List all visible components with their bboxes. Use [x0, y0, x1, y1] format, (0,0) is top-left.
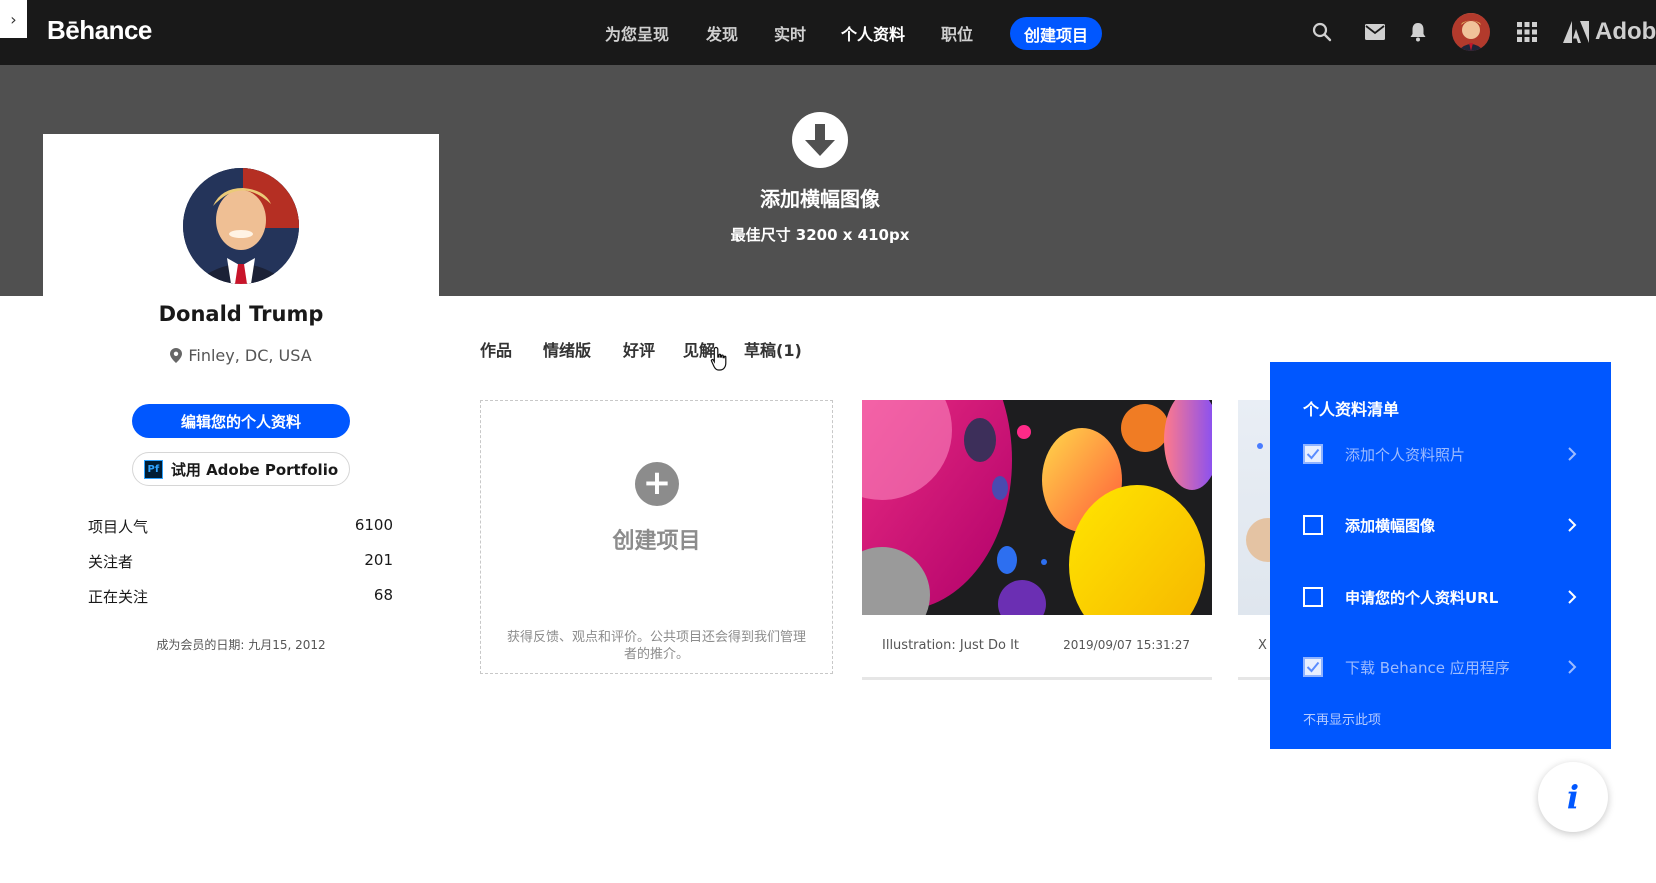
dismiss-checklist-link[interactable]: 不再显示此项 [1303, 709, 1381, 728]
stat-label: 项目人气 [88, 518, 149, 536]
checkmark-icon [1306, 661, 1320, 673]
download-arrow-icon[interactable] [792, 112, 848, 168]
stat-label: 正在关注 [88, 588, 149, 606]
edit-profile-button[interactable]: 编辑您的个人资料 [132, 404, 350, 438]
bell-icon[interactable] [1406, 20, 1430, 44]
checkbox-unchecked[interactable] [1303, 515, 1323, 535]
create-project-title: 创建项目 [612, 529, 701, 554]
adobe-label: Adobe [1595, 18, 1656, 45]
portfolio-label: 试用 Adobe Portfolio [170, 460, 339, 479]
checklist-item-claim-url[interactable]: 申请您的个人资料URL [1303, 585, 1579, 609]
profile-location: Finley, DC, USA [43, 346, 439, 365]
stat-following[interactable]: 正在关注 68 [88, 586, 393, 607]
search-icon[interactable] [1310, 20, 1334, 44]
checklist-title: 个人资料清单 [1303, 400, 1400, 419]
chevron-right-icon [1568, 590, 1577, 604]
chevron-right-icon: › [10, 9, 17, 29]
chevron-right-icon [1568, 660, 1577, 674]
checklist-item-label: 下载 Behance 应用程序 [1345, 658, 1510, 677]
nav-for-you[interactable]: 为您呈现 [605, 21, 669, 45]
stat-followers[interactable]: 关注者 201 [88, 551, 393, 572]
nav-live[interactable]: 实时 [774, 21, 806, 45]
hand-cursor-icon [710, 346, 727, 371]
checklist-item-label: 添加个人资料照片 [1345, 445, 1466, 464]
create-project-card[interactable]: + 创建项目 获得反馈、观点和评价。公共项目还会得到我们管理者的推介。 [480, 400, 833, 674]
nav-jobs[interactable]: 职位 [941, 21, 973, 45]
profile-card: Donald Trump Finley, DC, USA 编辑您的个人资料 Pf… [43, 134, 439, 694]
stat-project-views: 项目人气 6100 [88, 516, 393, 537]
stat-label: 关注者 [88, 553, 134, 571]
checklist-item-add-banner[interactable]: 添加横幅图像 [1303, 513, 1579, 537]
member-since: 成为会员的日期: 九月15, 2012 [156, 638, 326, 652]
project-title[interactable]: Illustration: Just Do It [882, 638, 1019, 653]
tab-works[interactable]: 作品 [480, 337, 512, 361]
profile-name: Donald Trump [158, 302, 324, 326]
tab-drafts[interactable]: 草稿(1) [744, 337, 802, 361]
try-adobe-portfolio-button[interactable]: Pf 试用 Adobe Portfolio [132, 452, 350, 486]
nav-profile[interactable]: 个人资料 [841, 21, 905, 45]
project-date: 2019/09/07 15:31:27 [1063, 638, 1190, 652]
apps-grid-icon[interactable] [1515, 20, 1539, 44]
stat-value: 68 [373, 586, 393, 604]
sidebar-toggle-button[interactable]: › [0, 0, 27, 38]
tab-appreciations[interactable]: 好评 [623, 337, 655, 361]
tab-moodboards[interactable]: 情绪版 [543, 337, 591, 361]
checkmark-icon [1306, 448, 1320, 460]
project-thumbnail[interactable] [862, 400, 1212, 615]
chevron-right-icon [1568, 447, 1577, 461]
stat-value: 6100 [354, 516, 393, 534]
profile-checklist-panel: 个人资料清单 添加个人资料照片 添加横幅图像 申请您的个人资料URL 下载 Be… [1270, 362, 1611, 749]
portfolio-icon: Pf [143, 459, 163, 479]
plus-icon: + [635, 462, 679, 506]
checkbox-checked[interactable] [1303, 444, 1323, 464]
create-project-description: 获得反馈、观点和评价。公共项目还会得到我们管理者的推介。 [506, 630, 806, 662]
checklist-item-label: 申请您的个人资料URL [1345, 588, 1499, 607]
info-icon: i [1566, 778, 1580, 816]
profile-avatar[interactable] [183, 168, 299, 284]
user-avatar[interactable] [1452, 13, 1490, 51]
banner-title: 添加横幅图像 [760, 187, 880, 211]
create-project-button[interactable]: 创建项目 [1010, 17, 1102, 50]
adobe-logo[interactable]: Adobe [1563, 18, 1656, 46]
stat-value: 201 [364, 551, 393, 569]
chevron-right-icon [1568, 518, 1577, 532]
project-card[interactable]: Illustration: Just Do It 2019/09/07 15:3… [862, 400, 1212, 680]
banner-subtitle: 最佳尺寸 3200 x 410px [730, 226, 910, 244]
info-button[interactable]: i [1538, 762, 1608, 832]
nav-discover[interactable]: 发现 [706, 21, 738, 45]
project-title[interactable]: X [1258, 638, 1267, 653]
checkbox-checked[interactable] [1303, 657, 1323, 677]
adobe-mark-icon [1563, 21, 1589, 43]
location-pin-icon [170, 348, 183, 363]
mail-icon[interactable] [1363, 20, 1387, 44]
checklist-item-label: 添加横幅图像 [1345, 516, 1436, 535]
checkbox-unchecked[interactable] [1303, 587, 1323, 607]
behance-logo[interactable]: Bēhance [47, 15, 152, 46]
location-text: Finley, DC, USA [188, 346, 312, 365]
checklist-item-download-app[interactable]: 下载 Behance 应用程序 [1303, 655, 1579, 679]
checklist-item-add-photo[interactable]: 添加个人资料照片 [1303, 442, 1579, 466]
top-navigation-bar: › Bēhance 为您呈现 发现 实时 个人资料 职位 创建项目 Adobe [0, 0, 1656, 65]
